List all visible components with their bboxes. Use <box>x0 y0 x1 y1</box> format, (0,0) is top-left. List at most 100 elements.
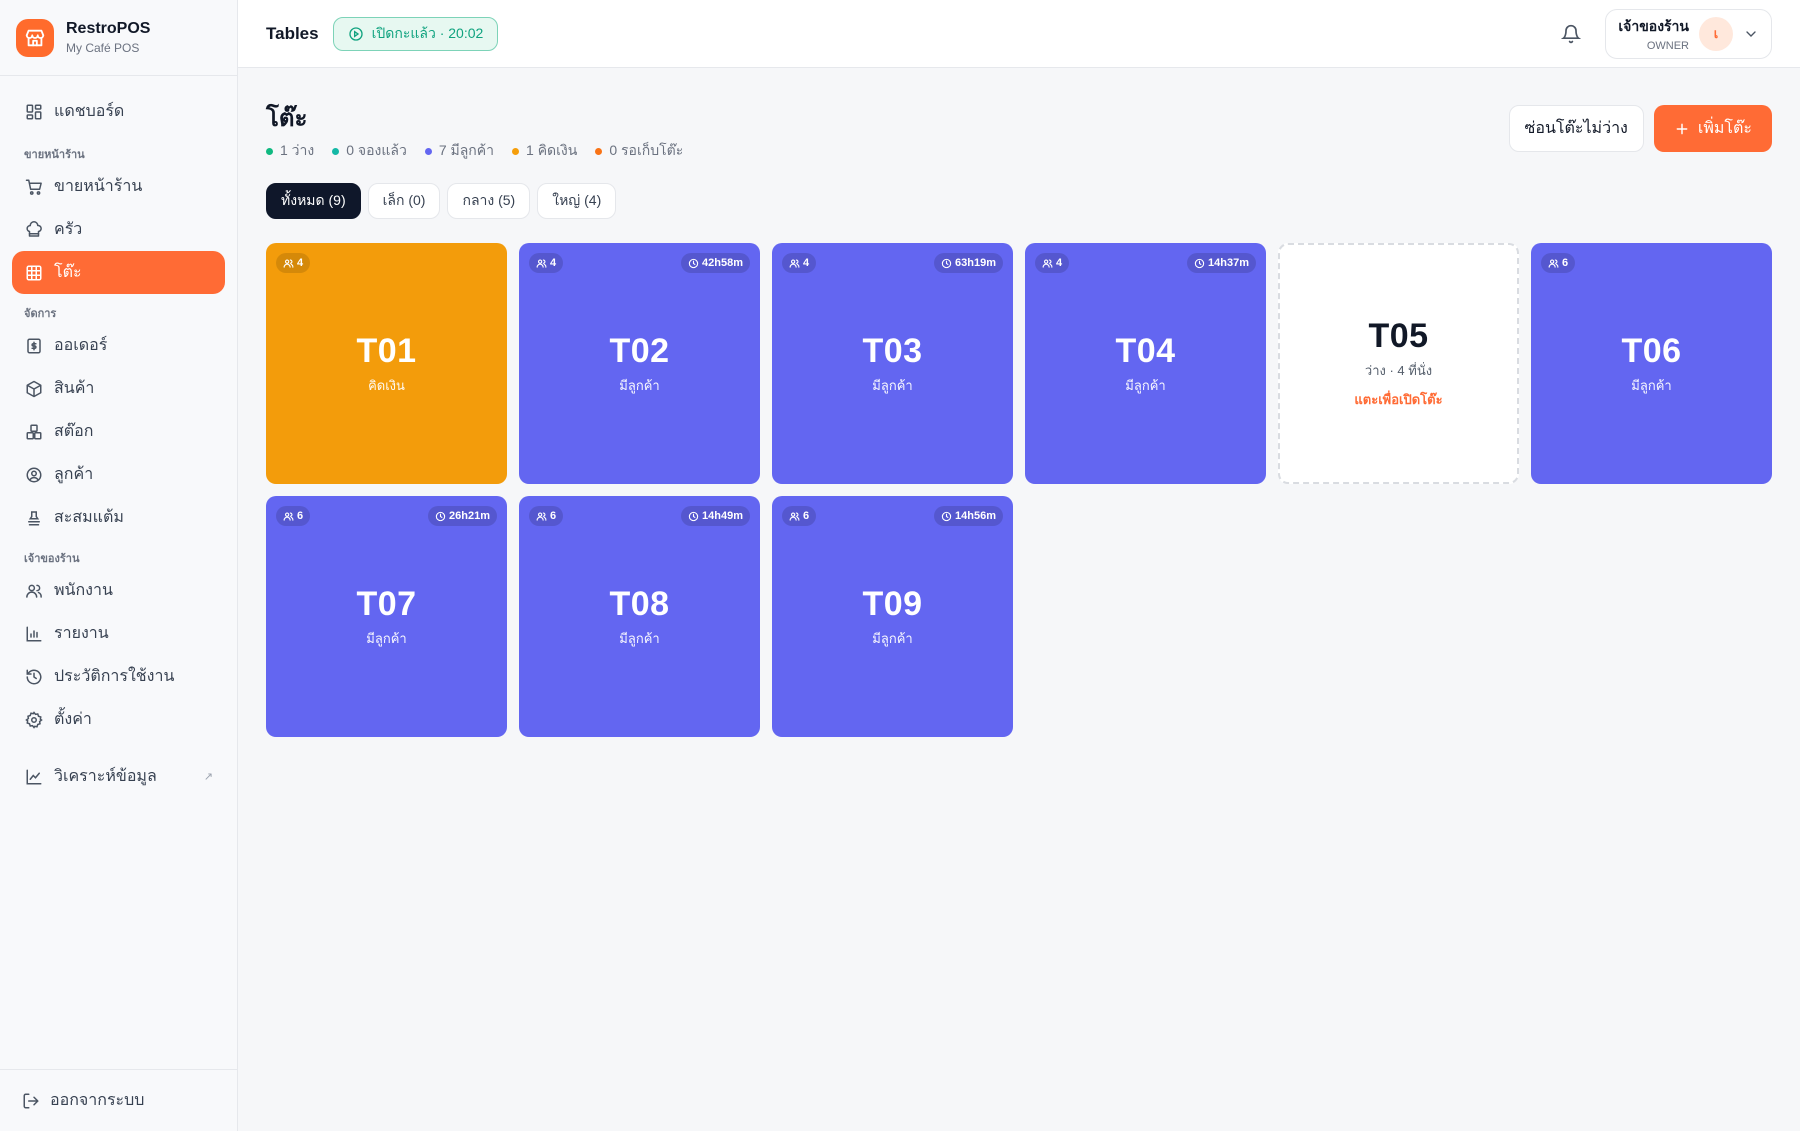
table-status: มีลูกค้า <box>619 630 660 646</box>
sidebar-item-stock[interactable]: สต๊อก <box>12 410 225 453</box>
sidebar-item-label: ออเดอร์ <box>54 337 108 354</box>
nav-section-front: ขายหน้าร้าน <box>24 149 85 161</box>
sidebar-nav: แดชบอร์ด ขายหน้าร้าน ขายหน้าร้าน ครัว โต… <box>0 76 237 798</box>
sidebar-item-customers[interactable]: ลูกค้า <box>12 453 225 496</box>
table-card[interactable]: 6 T06 มีลูกค้า <box>1531 243 1772 484</box>
table-card[interactable]: 4 T01 คิดเงิน <box>266 243 507 484</box>
page-title: Tables <box>266 23 319 43</box>
brand-subtitle: My Café POS <box>66 41 140 55</box>
notifications-button[interactable] <box>1553 16 1589 52</box>
legend-item: 7 มีลูกค้า <box>424 140 494 162</box>
sidebar-item-label: ลูกค้า <box>54 466 94 483</box>
sidebar-item-tables[interactable]: โต๊ะ <box>12 251 225 294</box>
table-grid-icon <box>24 263 44 283</box>
filter-chip[interactable]: เล็ก (0) <box>367 183 441 219</box>
table-card[interactable]: 6 14h49m T08 มีลูกค้า <box>519 496 760 737</box>
table-card[interactable]: T05 ว่าง · 4 ที่นั่งแตะเพื่อเปิดโต๊ะ <box>1278 243 1519 484</box>
shift-status-text: เปิดกะแล้ว · 20:02 <box>371 24 484 41</box>
legend-item: 1 ว่าง <box>266 140 314 162</box>
chevron-down-icon <box>1746 30 1756 37</box>
table-number: T03 <box>862 331 923 370</box>
table-card[interactable]: 6 26h21m T07 มีลูกค้า <box>266 496 507 737</box>
user-circle-icon <box>24 465 44 485</box>
status-dot <box>595 147 603 155</box>
table-card[interactable]: 4 14h37m T04 มีลูกค้า <box>1025 243 1266 484</box>
table-card[interactable]: 4 63h19m T03 มีลูกค้า <box>772 243 1013 484</box>
logout-button[interactable]: ออกจากระบบ <box>0 1069 237 1131</box>
sidebar-item-analytics[interactable]: วิเคราะห์ข้อมูล ↗ <box>12 755 225 798</box>
receipt-icon <box>24 336 44 356</box>
sidebar-item-products[interactable]: สินค้า <box>12 367 225 410</box>
hide-unavailable-button[interactable]: ซ่อนโต๊ะไม่ว่าง <box>1508 105 1644 152</box>
tables-grid: 4 T01 คิดเงิน 4 42h58m T02 มีลูกค้า 4 63h19m T03 ม… <box>266 243 1772 737</box>
user-menu[interactable]: เจ้าของร้าน OWNER เ <box>1605 8 1772 59</box>
table-card[interactable]: 6 14h56m T09 มีลูกค้า <box>772 496 1013 737</box>
status-legend: 1 ว่าง 0 จองแล้ว 7 มีลูกค้า 1 คิดเงิน 0 รอเก… <box>266 140 701 162</box>
legend-label: 0 จองแล้ว <box>346 142 407 158</box>
table-card[interactable]: 4 42h58m T02 มีลูกค้า <box>519 243 760 484</box>
table-status: คิดเงิน <box>368 377 405 393</box>
legend-label: 1 ว่าง <box>280 142 315 158</box>
brand-name: RestroPOS <box>66 20 151 37</box>
sidebar-item-dashboard[interactable]: แดชบอร์ด <box>12 90 225 133</box>
sidebar-item-label: รายงาน <box>54 625 109 642</box>
sidebar-item-loyalty[interactable]: สะสมแต้ม <box>12 496 225 539</box>
status-dot <box>424 147 432 155</box>
brand[interactable]: RestroPOS My Café POS <box>0 0 237 76</box>
sidebar-item-history[interactable]: ประวัติการใช้งาน <box>12 655 225 698</box>
gear-icon <box>24 710 44 730</box>
stamp-icon <box>24 508 44 528</box>
sidebar-item-orders[interactable]: ออเดอร์ <box>12 324 225 367</box>
sidebar-item-reports[interactable]: รายงาน <box>12 612 225 655</box>
sidebar-item-label: สต๊อก <box>54 423 94 440</box>
table-number: T05 <box>1368 317 1429 355</box>
store-icon <box>16 18 54 57</box>
legend-label: 0 รอเก็บโต๊ะ <box>609 142 684 158</box>
status-dot <box>332 147 340 155</box>
legend-item: 0 รอเก็บโต๊ะ <box>595 140 683 162</box>
cart-icon <box>24 177 44 197</box>
external-link-icon: ↗ <box>203 771 213 783</box>
sidebar-item-label: พนักงาน <box>54 582 113 599</box>
sidebar-item-label: แดชบอร์ด <box>54 103 125 120</box>
sidebar-item-kitchen[interactable]: ครัว <box>12 208 225 251</box>
add-table-label: เพิ่มโต๊ะ <box>1697 120 1752 137</box>
sidebar-item-label: สินค้า <box>54 380 95 397</box>
users-icon <box>24 581 44 601</box>
legend-label: 1 คิดเงิน <box>526 142 578 158</box>
avatar: เ <box>1699 16 1733 51</box>
filter-chip[interactable]: ทั้งหมด (9) <box>266 183 361 219</box>
play-circle-icon <box>348 26 363 41</box>
nav-section-manage: จัดการ <box>24 308 57 320</box>
table-status: มีลูกค้า <box>619 377 660 393</box>
logout-label: ออกจากระบบ <box>50 1092 145 1109</box>
filter-chip[interactable]: ใหญ่ (4) <box>537 183 617 219</box>
table-number: T02 <box>609 331 670 370</box>
section-title: โต๊ะ <box>266 105 308 132</box>
history-icon <box>24 667 44 687</box>
sidebar-item-label: ขายหน้าร้าน <box>54 178 143 195</box>
open-table-hint: แตะเพื่อเปิดโต๊ะ <box>1354 392 1443 407</box>
sidebar-item-pos[interactable]: ขายหน้าร้าน <box>12 165 225 208</box>
plus-icon <box>1676 123 1688 134</box>
table-status: มีลูกค้า <box>872 377 913 393</box>
sidebar-item-staff[interactable]: พนักงาน <box>12 569 225 612</box>
filter-chip[interactable]: กลาง (5) <box>447 183 531 219</box>
nav-section-owner: เจ้าของร้าน <box>24 553 80 565</box>
table-number: T01 <box>356 331 417 370</box>
table-number: T08 <box>609 584 670 623</box>
shift-status-badge[interactable]: เปิดกะแล้ว · 20:02 <box>332 16 499 51</box>
table-number: T09 <box>862 584 923 623</box>
table-status: มีลูกค้า <box>366 630 407 646</box>
sidebar-item-label: ตั้งค่า <box>54 711 92 728</box>
add-table-button[interactable]: เพิ่มโต๊ะ <box>1653 105 1772 152</box>
sidebar-item-settings[interactable]: ตั้งค่า <box>12 698 225 741</box>
user-name: เจ้าของร้าน <box>1618 17 1689 34</box>
sidebar-item-label: ประวัติการใช้งาน <box>54 668 175 685</box>
table-status: ว่าง · 4 ที่นั่ง <box>1364 363 1433 378</box>
size-filter-tabs: ทั้งหมด (9) เล็ก (0) กลาง (5) ใหญ่ (4) <box>266 183 623 219</box>
status-dot <box>512 147 520 155</box>
box-icon <box>24 379 44 399</box>
legend-item: 0 จองแล้ว <box>332 140 407 162</box>
bell-icon <box>1561 24 1582 43</box>
